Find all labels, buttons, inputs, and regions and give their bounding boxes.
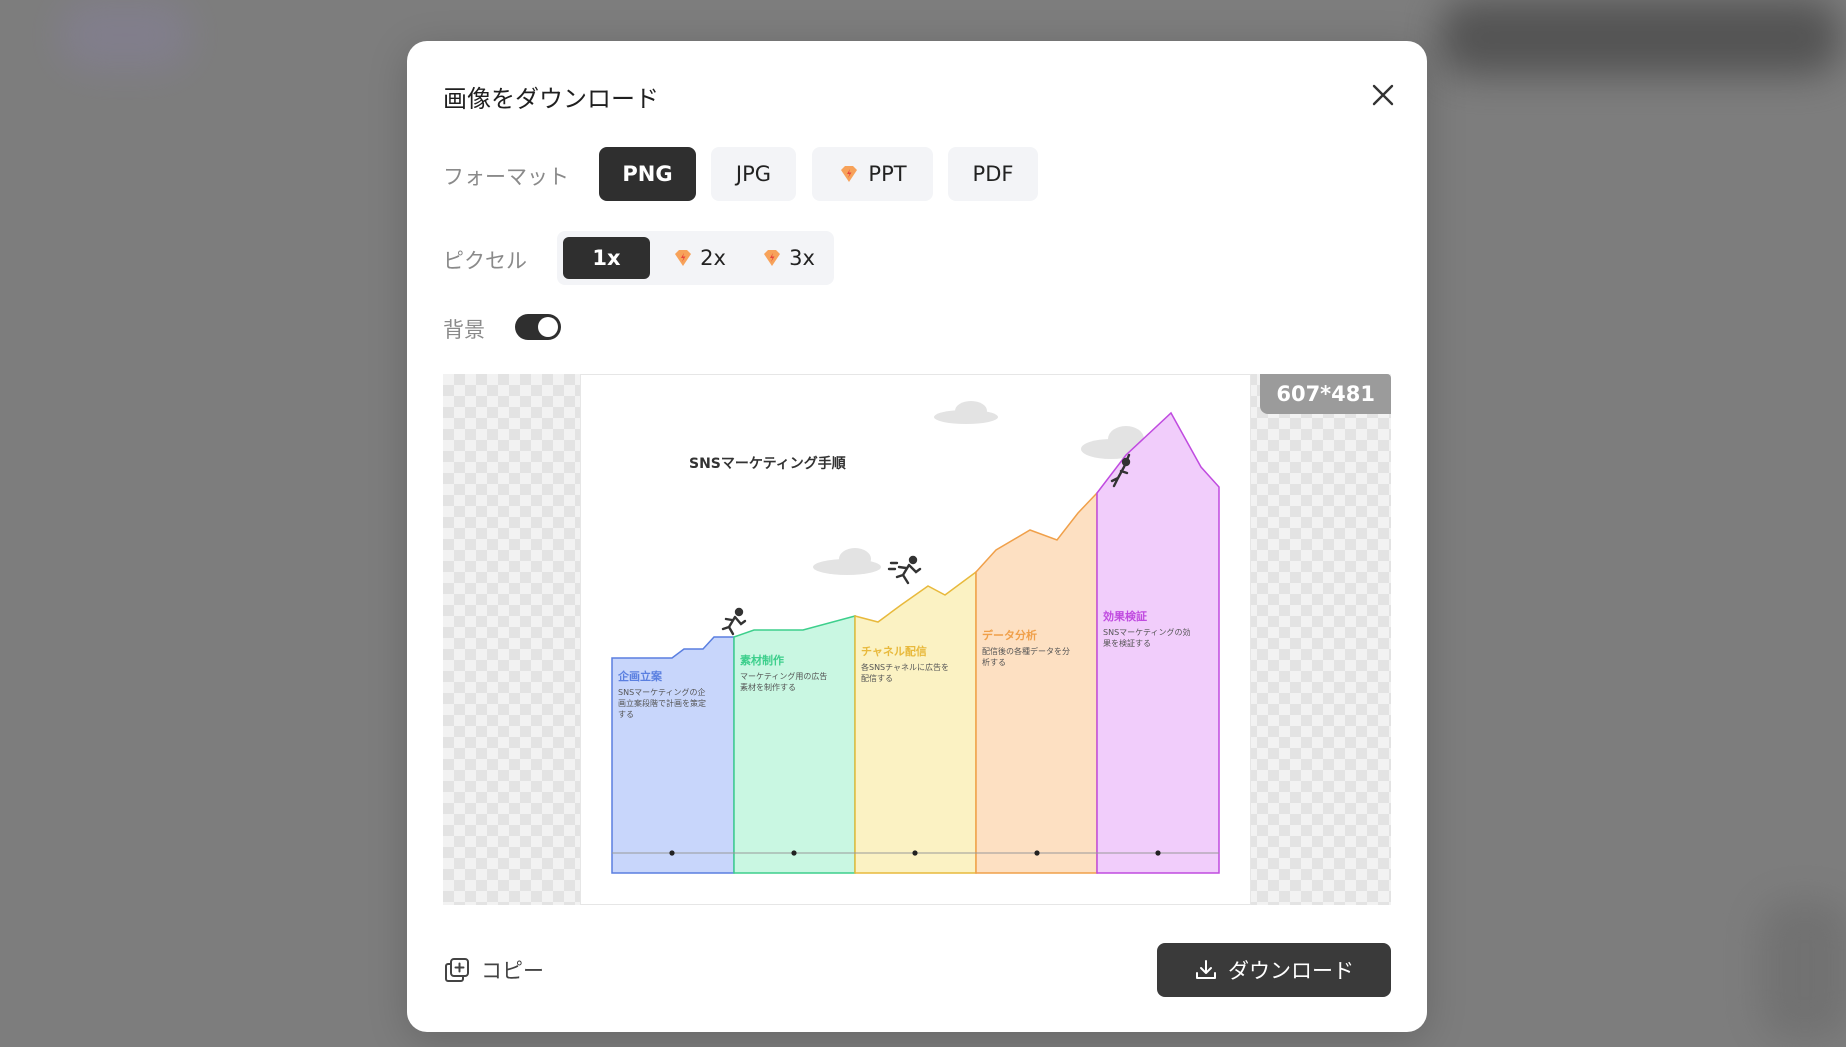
backdrop-shape xyxy=(1760,900,1846,1040)
format-jpg-label: JPG xyxy=(735,162,772,186)
step-desc: SNSマーケティングの効 xyxy=(1103,627,1191,637)
runner-icon xyxy=(887,555,922,585)
backdrop-shape xyxy=(1440,0,1840,75)
image-preview: SNSマーケティング手順 企画立案 SNSマーケティングの企 画立案段階で計画を… xyxy=(443,374,1391,905)
format-pdf-button[interactable]: PDF xyxy=(948,147,1038,201)
pixel-label: ピクセル xyxy=(443,249,527,273)
download-dialog: 画像をダウンロード フォーマット PNG JPG PPT PDF ピクセル 1x… xyxy=(407,41,1427,1032)
step-title: 効果検証 xyxy=(1103,609,1147,623)
step-area-3 xyxy=(854,570,977,874)
format-ppt-button[interactable]: PPT xyxy=(812,147,933,201)
step-title: 企画立案 xyxy=(617,669,663,683)
step-desc: 果を検証する xyxy=(1103,638,1151,648)
step-desc: 各SNSチャネルに広告を xyxy=(861,662,949,672)
runner-icon xyxy=(721,607,747,636)
pixel-1x-label: 1x xyxy=(592,246,621,270)
infographic-title: SNSマーケティング手順 xyxy=(689,455,847,472)
format-ppt-label: PPT xyxy=(868,162,907,186)
step-desc: 画立案段階で計画を策定 xyxy=(618,698,706,708)
step-title: 素材制作 xyxy=(740,653,784,667)
pixel-3x-label: 3x xyxy=(789,246,815,270)
pixel-3x-button[interactable]: 3x xyxy=(747,237,829,279)
step-title: データ分析 xyxy=(982,628,1037,642)
pixel-2x-button[interactable]: 2x xyxy=(658,237,740,279)
image-size-badge: 607*481 xyxy=(1260,374,1391,414)
copy-button[interactable]: コピー xyxy=(443,955,544,985)
download-icon xyxy=(1196,960,1216,979)
download-button[interactable]: ダウンロード xyxy=(1157,943,1391,997)
format-png-label: PNG xyxy=(622,162,673,186)
copy-label: コピー xyxy=(481,959,544,983)
step-desc: 配信後の各種データを分 xyxy=(982,646,1070,656)
pixel-scale-group: 1x 2x 3x xyxy=(557,231,834,285)
preview-image: SNSマーケティング手順 企画立案 SNSマーケティングの企 画立案段階で計画を… xyxy=(580,374,1251,905)
infographic: SNSマーケティング手順 企画立案 SNSマーケティングの企 画立案段階で計画を… xyxy=(611,401,1220,874)
background-toggle[interactable] xyxy=(515,314,561,340)
step-desc: 素材を制作する xyxy=(740,682,796,692)
toggle-knob xyxy=(538,317,558,337)
premium-diamond-icon xyxy=(675,250,692,266)
pixel-1x-button[interactable]: 1x xyxy=(563,237,650,279)
step-desc: SNSマーケティングの企 xyxy=(618,687,706,697)
dialog-title: 画像をダウンロード xyxy=(443,85,659,113)
premium-diamond-icon xyxy=(764,250,781,266)
step-desc: 析する xyxy=(982,657,1006,667)
step-title: チャネル配信 xyxy=(861,644,927,658)
step-desc: マーケティング用の広告 xyxy=(740,671,827,681)
format-png-button[interactable]: PNG xyxy=(599,147,696,201)
step-area-4 xyxy=(975,491,1098,874)
close-icon[interactable] xyxy=(1365,77,1401,113)
step-desc: 配信する xyxy=(861,673,893,683)
pixel-2x-label: 2x xyxy=(700,246,726,270)
format-jpg-button[interactable]: JPG xyxy=(711,147,796,201)
format-label: フォーマット xyxy=(443,165,569,189)
premium-diamond-icon xyxy=(841,166,858,182)
step-desc: する xyxy=(618,710,634,719)
copy-icon xyxy=(445,958,469,982)
background-label: 背景 xyxy=(443,318,485,342)
backdrop-shape xyxy=(60,0,190,70)
format-pdf-label: PDF xyxy=(972,162,1014,186)
download-label: ダウンロード xyxy=(1228,959,1354,983)
